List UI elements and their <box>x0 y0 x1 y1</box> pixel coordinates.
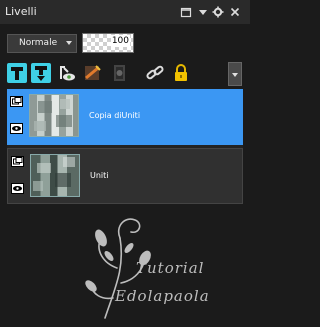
opacity-field[interactable]: 100 <box>82 33 134 53</box>
restore-icon[interactable] <box>180 6 192 18</box>
close-icon[interactable] <box>229 6 241 18</box>
layer-row[interactable]: Uniti <box>7 148 243 204</box>
watermark-text-line1: Tutorial <box>136 259 205 277</box>
layer-list: Copia diUniti Uniti <box>7 89 243 204</box>
layer-row[interactable]: Copia diUniti <box>7 89 243 145</box>
layer-visibility-icon[interactable] <box>56 62 78 84</box>
effects-icon[interactable] <box>82 62 104 84</box>
toolbar-dropdown-button[interactable] <box>228 62 242 86</box>
layer-thumbnail <box>29 94 79 137</box>
layer-toolbar <box>0 62 250 86</box>
blend-mode-select[interactable]: Normale <box>7 34 77 53</box>
opacity-value: 100 <box>110 35 130 47</box>
layer-group-icon[interactable] <box>11 156 24 167</box>
chevron-down-icon <box>66 41 72 45</box>
panel-title: Livelli <box>5 5 37 18</box>
dropdown-arrow-icon <box>232 73 238 77</box>
new-layer-icon[interactable] <box>6 62 28 84</box>
layers-panel: Livelli Normale 100 Copia diUniti Uniti … <box>0 0 250 327</box>
blend-mode-value: Normale <box>19 38 58 48</box>
layer-name: Copia diUniti <box>89 111 141 120</box>
layer-group-icon[interactable] <box>10 96 23 107</box>
panel-title-bar: Livelli <box>0 0 250 24</box>
eye-icon[interactable] <box>10 123 23 134</box>
mask-icon[interactable] <box>108 62 130 84</box>
gear-icon[interactable] <box>212 6 224 18</box>
layer-thumbnail <box>30 154 80 197</box>
eye-icon[interactable] <box>11 183 24 194</box>
link-icon[interactable] <box>144 62 166 84</box>
watermark-text-line2: Edolapaola <box>115 287 210 305</box>
menu-arrow-icon[interactable] <box>197 6 209 18</box>
lock-icon[interactable] <box>170 62 192 84</box>
new-layer-down-icon[interactable] <box>30 62 52 84</box>
layer-name: Uniti <box>90 171 109 180</box>
